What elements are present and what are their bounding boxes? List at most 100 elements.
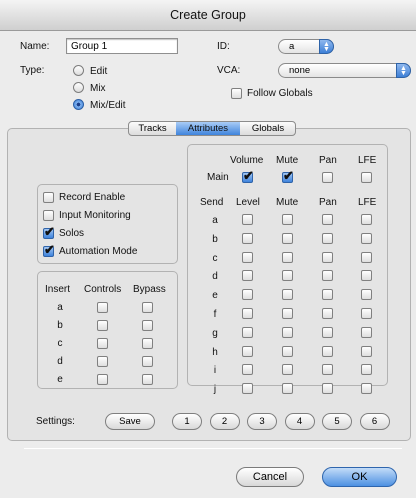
tab-bar: Tracks Attributes Globals [128, 121, 296, 136]
insert-bypass-checkbox[interactable] [142, 320, 153, 331]
send-checkbox[interactable] [322, 383, 333, 394]
send-checkbox[interactable] [242, 270, 253, 281]
send-mute-header: Mute [276, 197, 299, 208]
tab-tracks[interactable]: Tracks [129, 122, 176, 135]
send-checkbox[interactable] [242, 364, 253, 375]
follow-globals-checkbox[interactable] [231, 88, 242, 99]
attribute-label: Input Monitoring [59, 210, 131, 221]
send-checkbox[interactable] [322, 233, 333, 244]
insert-bypass-checkbox[interactable] [142, 302, 153, 313]
send-checkbox[interactable] [282, 289, 293, 300]
send-checkbox[interactable] [242, 346, 253, 357]
send-checkbox[interactable] [322, 364, 333, 375]
bypass-header: Bypass [133, 284, 166, 295]
send-checkbox[interactable] [361, 214, 372, 225]
vca-label: VCA: [217, 65, 241, 76]
send-checkbox[interactable] [282, 308, 293, 319]
insert-controls-checkbox[interactable] [97, 320, 108, 331]
settings-slot-button[interactable]: 6 [359, 413, 390, 430]
send-row-label: g [212, 328, 218, 339]
settings-slot-button[interactable]: 2 [209, 413, 240, 430]
main-checkbox[interactable] [322, 172, 333, 183]
title-bar: Create Group [0, 0, 416, 31]
attribute-label: Record Enable [59, 192, 126, 203]
tab-attributes[interactable]: Attributes [176, 122, 240, 135]
insert-controls-checkbox[interactable] [97, 374, 108, 385]
main-lfe-header: LFE [358, 155, 377, 166]
send-checkbox[interactable] [361, 364, 372, 375]
attribute-checkbox[interactable] [43, 192, 54, 203]
send-checkbox[interactable] [361, 270, 372, 281]
window-title: Create Group [170, 8, 246, 22]
tab-globals[interactable]: Globals [240, 122, 296, 135]
main-checkbox[interactable] [282, 168, 294, 184]
id-popup[interactable]: a ▲ ▼ [278, 39, 334, 54]
settings-slot-button[interactable]: 4 [284, 413, 315, 430]
attribute-checkbox[interactable] [43, 210, 54, 221]
send-checkbox[interactable] [282, 214, 293, 225]
type-mix-edit-radio[interactable] [73, 99, 84, 110]
send-checkbox[interactable] [282, 233, 293, 244]
send-checkbox[interactable] [242, 233, 253, 244]
send-checkbox[interactable] [282, 346, 293, 357]
ok-button[interactable]: OK [322, 467, 397, 487]
send-checkbox[interactable] [242, 289, 253, 300]
attribute-checkbox[interactable] [43, 242, 55, 258]
send-header: Send [200, 197, 224, 208]
insert-bypass-checkbox[interactable] [142, 356, 153, 367]
type-mix-radio[interactable] [73, 82, 84, 93]
send-checkbox[interactable] [322, 346, 333, 357]
settings-slot-button[interactable]: 1 [172, 413, 202, 430]
popup-arrows-icon: ▲ ▼ [396, 63, 411, 78]
send-checkbox[interactable] [322, 327, 333, 338]
insert-row-label: e [57, 374, 63, 385]
send-checkbox[interactable] [282, 364, 293, 375]
attribute-label: Solos [59, 228, 85, 239]
send-checkbox[interactable] [361, 289, 372, 300]
vca-value: none [289, 65, 311, 76]
send-checkbox[interactable] [242, 308, 253, 319]
send-checkbox[interactable] [361, 252, 372, 263]
main-checkbox[interactable] [361, 172, 372, 183]
send-checkbox[interactable] [282, 252, 293, 263]
settings-save-button[interactable]: Save [105, 413, 155, 430]
send-checkbox[interactable] [242, 383, 253, 394]
name-field[interactable]: Group 1 [66, 38, 178, 54]
settings-label: Settings: [36, 416, 75, 427]
send-row-label: d [212, 271, 218, 282]
type-edit-radio[interactable] [73, 65, 84, 76]
send-checkbox[interactable] [282, 383, 293, 394]
send-row-label: b [212, 234, 218, 245]
send-level-header: Level [236, 197, 260, 208]
insert-bypass-checkbox[interactable] [142, 338, 153, 349]
send-checkbox[interactable] [282, 270, 293, 281]
send-checkbox[interactable] [282, 327, 293, 338]
send-checkbox[interactable] [242, 252, 253, 263]
send-checkbox[interactable] [361, 383, 372, 394]
insert-controls-checkbox[interactable] [97, 302, 108, 313]
send-checkbox[interactable] [322, 289, 333, 300]
insert-bypass-checkbox[interactable] [142, 374, 153, 385]
settings-slot-button[interactable]: 5 [322, 413, 352, 430]
insert-controls-checkbox[interactable] [97, 338, 108, 349]
send-checkbox[interactable] [322, 270, 333, 281]
send-checkbox[interactable] [322, 308, 333, 319]
send-checkbox[interactable] [242, 327, 253, 338]
attribute-checkbox[interactable] [43, 224, 55, 240]
send-lfe-header: LFE [358, 197, 377, 208]
vca-popup[interactable]: none ▲ ▼ [278, 63, 411, 78]
main-checkbox[interactable] [242, 168, 254, 184]
send-checkbox[interactable] [322, 214, 333, 225]
cancel-button[interactable]: Cancel [236, 467, 304, 487]
send-checkbox[interactable] [361, 308, 372, 319]
type-label: Type: [20, 65, 45, 76]
send-checkbox[interactable] [361, 346, 372, 357]
insert-controls-checkbox[interactable] [97, 356, 108, 367]
send-checkbox[interactable] [361, 327, 372, 338]
send-row-label: h [212, 347, 218, 358]
send-pan-header: Pan [319, 197, 337, 208]
settings-slot-button[interactable]: 3 [247, 413, 277, 430]
send-checkbox[interactable] [361, 233, 372, 244]
send-checkbox[interactable] [322, 252, 333, 263]
send-checkbox[interactable] [242, 214, 253, 225]
